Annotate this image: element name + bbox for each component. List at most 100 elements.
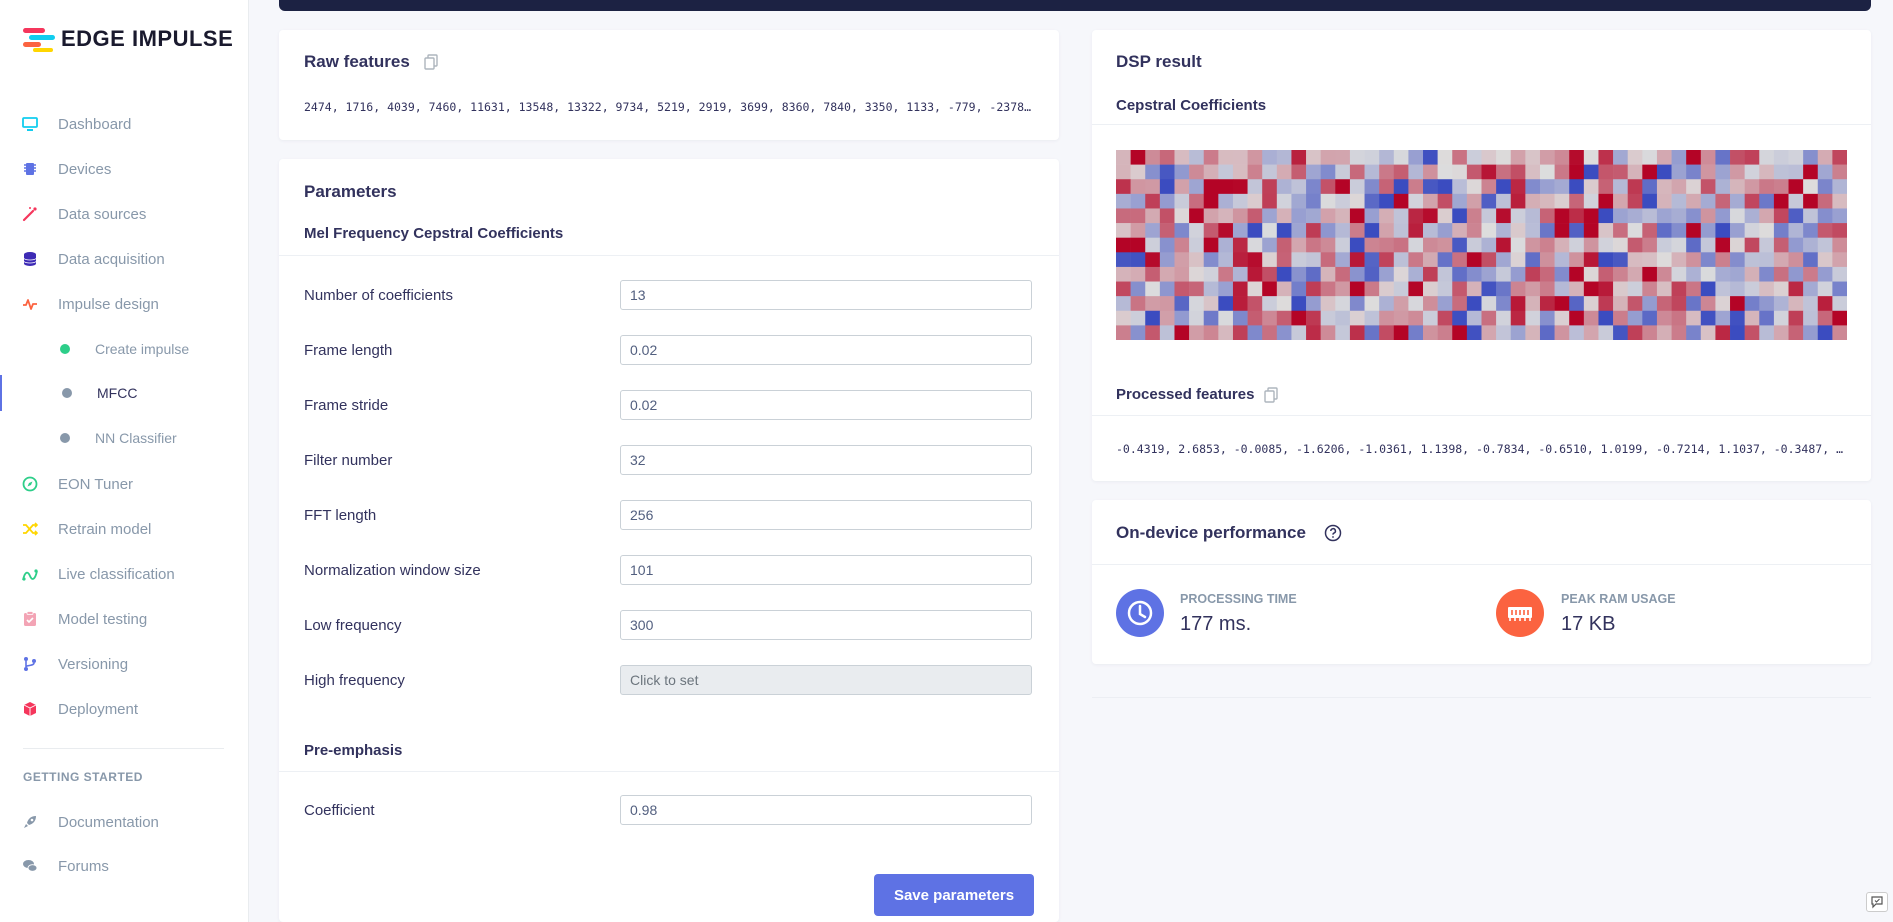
heatmap-cell: [1613, 252, 1628, 268]
frame-length-input[interactable]: [620, 335, 1032, 365]
param-label: Frame length: [304, 342, 393, 359]
heatmap-cell: [1642, 179, 1658, 195]
heatmap-cell: [1759, 179, 1775, 195]
heatmap-cell: [1159, 266, 1175, 282]
heatmap-cell: [1817, 208, 1833, 224]
sidebar-item-live-classification[interactable]: Live classification: [0, 556, 248, 592]
heatmap-cell: [1466, 223, 1482, 238]
sidebar-item-forums[interactable]: Forums: [0, 848, 248, 884]
heatmap-cell: [1627, 296, 1643, 312]
heatmap-cell: [1379, 179, 1395, 195]
heatmap-cell: [1466, 281, 1482, 297]
heatmap-cell: [1525, 208, 1541, 224]
heatmap-cell: [1349, 237, 1365, 253]
heatmap-cell: [1276, 164, 1292, 180]
heatmap-cell: [1642, 310, 1658, 326]
number-of-coefficients-input[interactable]: [620, 280, 1032, 310]
heatmap-cell: [1247, 325, 1263, 340]
heatmap-cell: [1730, 179, 1745, 195]
heatmap-cell: [1466, 150, 1482, 165]
filter-number-input[interactable]: [620, 445, 1032, 475]
heatmap-cell: [1730, 164, 1745, 180]
heatmap-cell: [1803, 193, 1819, 209]
heatmap-cell: [1583, 193, 1599, 209]
heatmap-cell: [1145, 281, 1161, 297]
heatmap-cell: [1116, 179, 1131, 195]
copy-icon[interactable]: [424, 54, 438, 70]
param-frame-length: Frame length: [304, 335, 1034, 367]
heatmap-cell: [1613, 325, 1628, 340]
heatmap-cell: [1539, 252, 1555, 268]
heatmap-cell: [1203, 237, 1219, 253]
heatmap-cell: [1686, 310, 1702, 326]
sidebar-item-eon-tuner[interactable]: EON Tuner: [0, 466, 248, 502]
heatmap-cell: [1437, 223, 1453, 238]
sidebar-item-documentation[interactable]: Documentation: [0, 804, 248, 840]
normalization-window-size-input[interactable]: [620, 555, 1032, 585]
heatmap-cell: [1130, 237, 1146, 253]
heatmap-cell: [1496, 237, 1512, 253]
heatmap-cell: [1598, 266, 1614, 282]
heatmap-cell: [1452, 310, 1468, 326]
sidebar-item-mfcc[interactable]: MFCC: [0, 375, 250, 411]
high-frequency-input[interactable]: [620, 665, 1032, 695]
raw-features-title: Raw features: [304, 52, 410, 71]
save-parameters-button[interactable]: Save parameters: [874, 874, 1034, 916]
sidebar-item-data-sources[interactable]: Data sources: [0, 196, 248, 232]
frame-stride-input[interactable]: [620, 390, 1032, 420]
heatmap-cell: [1247, 164, 1263, 180]
heatmap-cell: [1788, 237, 1804, 253]
heatmap-cell: [1335, 164, 1351, 180]
heatmap-cell: [1803, 252, 1819, 268]
heatmap-cell: [1773, 223, 1789, 238]
heatmap-cell: [1145, 223, 1161, 238]
monitor-icon: [22, 117, 38, 131]
feedback-button[interactable]: [1866, 892, 1888, 912]
low-frequency-input[interactable]: [620, 610, 1032, 640]
heatmap-cell: [1569, 310, 1585, 326]
sidebar-item-retrain-model[interactable]: Retrain model: [0, 511, 248, 547]
heatmap-cell: [1320, 150, 1336, 165]
heatmap-cell: [1759, 266, 1775, 282]
heatmap-cell: [1656, 179, 1672, 195]
heatmap-cell: [1218, 179, 1234, 195]
sidebar-item-impulse-design[interactable]: Impulse design: [0, 286, 248, 322]
cepstral-coefficients-title: Cepstral Coefficients: [1116, 97, 1267, 114]
heatmap-cell: [1232, 179, 1248, 195]
heatmap-cell: [1203, 193, 1219, 209]
heatmap-cell: [1247, 310, 1263, 326]
heatmap-cell: [1335, 281, 1351, 297]
heatmap-cell: [1349, 281, 1365, 297]
fft-length-input[interactable]: [620, 500, 1032, 530]
heatmap-cell: [1452, 296, 1468, 312]
heatmap-cell: [1452, 281, 1468, 297]
heatmap-cell: [1730, 266, 1745, 282]
heatmap-cell: [1554, 237, 1570, 253]
sidebar-item-nn-classifier[interactable]: NN Classifier: [0, 420, 248, 456]
heatmap-cell: [1423, 296, 1438, 312]
sidebar-item-devices[interactable]: Devices: [0, 151, 248, 187]
status-dot-icon: [62, 388, 72, 398]
heatmap-cell: [1481, 164, 1497, 180]
sidebar-item-deployment[interactable]: Deployment: [0, 691, 248, 727]
sidebar-item-dashboard[interactable]: Dashboard: [0, 106, 248, 142]
heatmap-cell: [1262, 150, 1278, 165]
brand-logo[interactable]: EDGE IMPULSE: [23, 26, 233, 52]
heatmap-cell: [1262, 237, 1278, 253]
sidebar-item-data-acquisition[interactable]: Data acquisition: [0, 241, 248, 277]
heatmap-cell: [1335, 325, 1351, 340]
param-number-of-coefficients: Number of coefficients: [304, 280, 1034, 312]
heatmap-cell: [1700, 193, 1716, 209]
heatmap-cell: [1539, 310, 1555, 326]
sidebar-item-create-impulse[interactable]: Create impulse: [0, 331, 248, 367]
help-circle-icon[interactable]: [1324, 524, 1342, 542]
copy-icon[interactable]: [1264, 387, 1278, 403]
heatmap-cell: [1203, 281, 1219, 297]
pulse-icon: [23, 299, 37, 310]
sidebar-item-model-testing[interactable]: Model testing: [0, 601, 248, 637]
heatmap-cell: [1817, 164, 1833, 180]
heatmap-cell: [1656, 237, 1672, 253]
coefficient-input[interactable]: [620, 795, 1032, 825]
sidebar-item-versioning[interactable]: Versioning: [0, 646, 248, 682]
heatmap-cell: [1539, 179, 1555, 195]
